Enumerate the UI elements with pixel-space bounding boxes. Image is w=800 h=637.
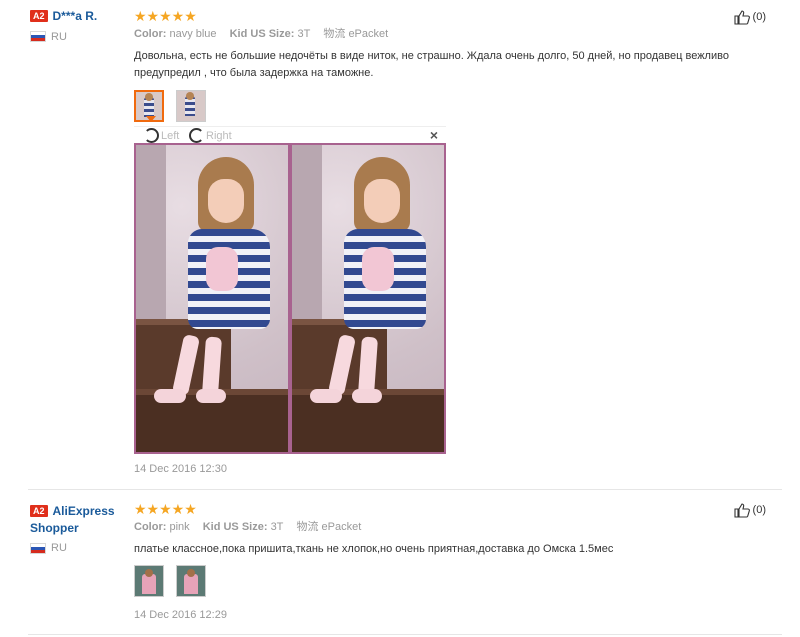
order-attributes: Color: navy blue Kid US Size: 3T 物流 ePac… [134, 27, 754, 41]
review-text: Довольна, есть не большие недочёты в вид… [134, 50, 729, 79]
star-rating: ★★★★★ [134, 501, 197, 517]
size-label: Kid US Size: [229, 28, 295, 40]
shipping-value: ePacket [321, 521, 362, 533]
photo-thumbnail[interactable] [134, 565, 164, 597]
review-item: A2 AliExpress Shopper RU ★★★★★ Color: pin… [0, 490, 800, 637]
shipping-label: 物流 [296, 521, 319, 533]
country-code: RU [51, 30, 67, 43]
color-value: navy blue [169, 28, 217, 40]
photo-thumbnails [134, 565, 754, 599]
photo-thumbnail[interactable] [176, 90, 207, 122]
review-item: A2 D***a R. RU ★★★★★ Color: navy blue Kid… [0, 0, 800, 489]
russia-flag-icon [30, 31, 46, 43]
review-content: ★★★★★ Color: pink Kid US Size: 3T 物流 ePa… [134, 501, 754, 599]
reviewer-country: RU [30, 29, 130, 43]
rotate-left-icon [144, 128, 159, 143]
photo-thumbnails [134, 90, 754, 124]
russia-flag-icon [30, 542, 46, 554]
color-label: Color: [134, 521, 167, 533]
reviewer-info: A2 D***a R. RU [30, 8, 130, 43]
photo-panel [136, 145, 288, 452]
rotate-right-icon [189, 128, 204, 143]
photo-panel [292, 145, 444, 452]
color-label: Color: [134, 28, 167, 40]
rotate-right-label: Right [206, 129, 232, 142]
order-attributes: Color: pink Kid US Size: 3T 物流 ePacket [134, 520, 754, 534]
helpful-count: (0) [752, 11, 766, 23]
star-rating: ★★★★★ [134, 8, 197, 24]
size-value: 3T [270, 521, 284, 533]
review-content: ★★★★★ Color: navy blue Kid US Size: 3T 物… [134, 8, 754, 124]
photo-viewer-toolbar: Left Right × [134, 126, 446, 143]
buyer-level-badge: A2 [30, 9, 48, 22]
reviewer-info: A2 AliExpress Shopper RU [30, 502, 130, 555]
buyer-level-badge: A2 [30, 504, 48, 517]
size-value: 3T [297, 28, 311, 40]
review-divider [28, 634, 782, 635]
reviewer-name: D***a R. [52, 8, 98, 23]
reviewer-country: RU [30, 541, 130, 555]
thumbs-up-icon [733, 9, 750, 25]
helpful-button[interactable]: (0) [733, 502, 766, 518]
thumbs-up-icon [733, 502, 750, 518]
shipping-label: 物流 [323, 28, 346, 40]
selected-thumbnail-pointer [146, 116, 156, 122]
rotate-left-button[interactable]: Left [144, 128, 179, 143]
review-text: платье классное,пока пришита,ткань не хл… [134, 543, 614, 555]
helpful-count: (0) [752, 504, 766, 516]
enlarged-review-photo [134, 143, 446, 454]
review-date: 14 Dec 2016 12:30 [134, 463, 227, 475]
color-value: pink [169, 521, 190, 533]
shipping-value: ePacket [348, 28, 389, 40]
helpful-button[interactable]: (0) [733, 9, 766, 25]
close-icon[interactable]: × [430, 127, 438, 143]
review-date: 14 Dec 2016 12:29 [134, 609, 227, 621]
size-label: Kid US Size: [202, 521, 268, 533]
photo-thumbnail[interactable] [176, 565, 207, 597]
rotate-right-button[interactable]: Right [189, 128, 232, 143]
country-code: RU [51, 542, 67, 555]
rotate-left-label: Left [161, 129, 180, 142]
